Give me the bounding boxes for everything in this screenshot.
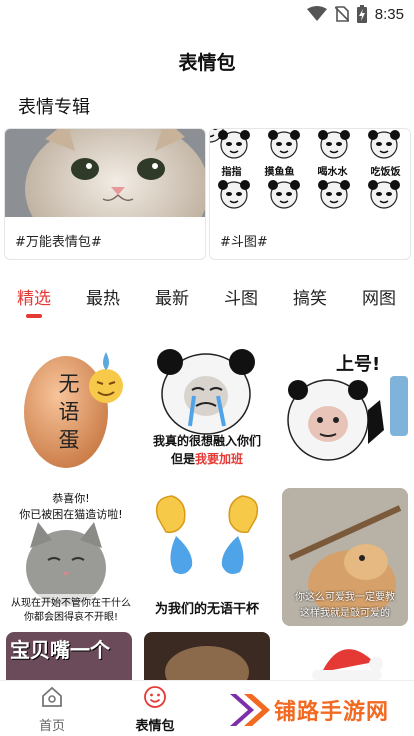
active-tab-indicator (26, 314, 42, 318)
page-title: 表情包 (178, 52, 236, 74)
section-title-albums: 表情专辑 (18, 97, 90, 118)
no-sim-icon (334, 6, 349, 22)
meme-cat-top: 恭喜你! (52, 492, 90, 505)
meme-panda-line2-red: 我要加班 (195, 452, 244, 466)
meme-hands-text: 为我们的无语干杯 (154, 602, 259, 617)
meme-panda-line2: 但是我要加班 (144, 450, 270, 467)
battery-charging-icon (356, 5, 367, 23)
meme-cat-bottom: 从现在开始不管你在干什么 (8, 594, 134, 609)
meme-wooden-dog[interactable] (144, 632, 270, 680)
meme-panda-online-text: 上号! (336, 354, 381, 375)
meme-panda-line2-prefix: 但是 (170, 452, 195, 466)
meme-egg[interactable]: 无语蛋 (8, 340, 134, 478)
tab-web-images[interactable]: 网图 (362, 284, 396, 309)
album-cover-cat (5, 129, 205, 217)
album-label: #斗图# (220, 235, 268, 250)
meme-panda-line1: 我真的很想融入你们 (152, 434, 261, 448)
album-label: #万能表情包# (15, 235, 102, 250)
panda-tag: 吃饭饭 (370, 167, 401, 178)
album-cover-panda-grid: 指指 摸鱼鱼 喝水水 吃饭饭 (210, 129, 410, 217)
tab-doutu[interactable]: 斗图 (224, 284, 258, 309)
smile-icon (144, 686, 166, 708)
tab-hottest[interactable]: 最热 (86, 284, 120, 309)
panda-tag: 指指 (221, 167, 242, 178)
album-card-doutu[interactable]: 指指 摸鱼鱼 喝水水 吃饭饭 #斗图# (209, 128, 411, 260)
meme-cat-sleepy[interactable]: 恭喜你! 你已被困在猫造访啦! 从现在开始不管你在干什么 你都会困得哀不开眼! (8, 488, 134, 626)
status-time: 8:35 (374, 5, 404, 23)
meme-grid: 无语蛋 我真的很想融入你们 但是我要加班 上号! 恭喜你! 你已被困在猫造访啦!… (0, 340, 414, 680)
watermark-logo-icon (230, 694, 270, 726)
meme-doge-line2: 这样我就是敲可爱的 (300, 608, 390, 619)
tab-newest[interactable]: 最新 (155, 284, 189, 309)
meme-egg-text: 无语蛋 (58, 372, 80, 452)
watermark-text: 铺路手游网 (274, 700, 390, 725)
meme-baby-text: 宝贝嘴一个 (10, 638, 110, 662)
watermark: 铺路手游网 (222, 684, 414, 734)
nav-home-label: 首页 (38, 719, 65, 734)
meme-panda-online[interactable]: 上号! (282, 340, 408, 478)
meme-doge-line1: 你这么可爱我一定要教 (295, 592, 395, 603)
meme-panda-overtime[interactable]: 我真的很想融入你们 但是我要加班 (144, 340, 270, 478)
meme-hands-cheers[interactable]: 为我们的无语干杯 (144, 488, 270, 626)
status-bar: 8:35 (0, 0, 414, 30)
meme-cat-top2: 你已被困在猫造访啦! (19, 508, 123, 521)
tab-funny[interactable]: 搞笑 (293, 284, 327, 309)
home-icon (42, 686, 62, 707)
panda-tag: 喝水水 (317, 167, 348, 178)
nav-stickers-label: 表情包 (135, 719, 175, 734)
nav-stickers[interactable]: 表情包 (115, 685, 195, 734)
meme-doge-stick[interactable]: 你这么可爱我一定要教 这样我就是敲可爱的 (282, 488, 408, 626)
panda-tag: 摸鱼鱼 (264, 167, 295, 178)
tab-featured[interactable]: 精选 (17, 284, 51, 309)
category-tabs: 精选 最热 最新 斗图 搞笑 网图 (0, 284, 414, 324)
album-card-universal[interactable]: #万能表情包# (4, 128, 206, 260)
wifi-icon (306, 6, 327, 21)
meme-baby-kiss[interactable]: 宝贝嘴一个 (6, 632, 132, 680)
meme-cat-bottom2: 你都会困得哀不开眼! (8, 608, 134, 623)
nav-home[interactable]: 首页 (12, 685, 92, 734)
meme-christmas-hat[interactable] (282, 632, 408, 680)
